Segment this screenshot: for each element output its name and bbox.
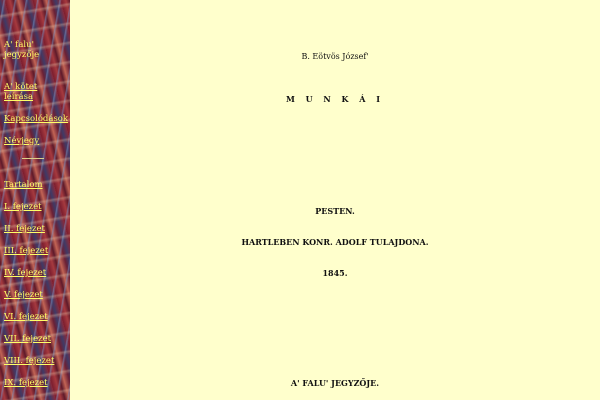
author-line: B. Eötvös József': [301, 52, 369, 61]
sidebar-item-chapter-4[interactable]: IV. fejezet: [4, 268, 68, 278]
works-heading: M U N K Á I: [286, 94, 384, 104]
sidebar-item-about[interactable]: Névjegy: [4, 136, 68, 146]
sidebar-item-chapter-8[interactable]: VIII. fejezet: [4, 356, 68, 366]
sidebar-item-chapter-5[interactable]: V. fejezet: [4, 290, 68, 300]
title-page: B. Eötvös József' M U N K Á I PESTEN. HA…: [70, 0, 600, 400]
year-line: 1845.: [322, 268, 348, 278]
sidebar-item-chapter-2[interactable]: II. fejezet: [4, 224, 68, 234]
sidebar-divider: [22, 158, 44, 159]
sidebar-title[interactable]: A' falu' jegyzője: [4, 40, 68, 60]
sidebar-item-chapter-1[interactable]: I. fejezet: [4, 202, 68, 212]
book-title-heading: A' FALU' JEGYZŐJE.: [290, 378, 380, 388]
sidebar-item-contents[interactable]: Tartalom: [4, 180, 68, 190]
publisher-line: HARTLEBEN KONR. ADOLF TULAJDONA.: [241, 237, 429, 247]
sidebar-item-links[interactable]: Kapcsolódások: [4, 114, 68, 124]
sidebar-item-chapter-3[interactable]: III. fejezet: [4, 246, 68, 256]
sidebar-item-chapter-7[interactable]: VII. fejezet: [4, 334, 68, 344]
sidebar-item-description[interactable]: A' kötet leírása: [4, 82, 68, 102]
sidebar-nav: A' falu' jegyzője A' kötet leírása Kapcs…: [0, 0, 70, 400]
place-line: PESTEN.: [315, 206, 355, 216]
sidebar-item-chapter-9[interactable]: IX. fejezet: [4, 378, 68, 388]
sidebar-item-chapter-6[interactable]: VI. fejezet: [4, 312, 68, 322]
